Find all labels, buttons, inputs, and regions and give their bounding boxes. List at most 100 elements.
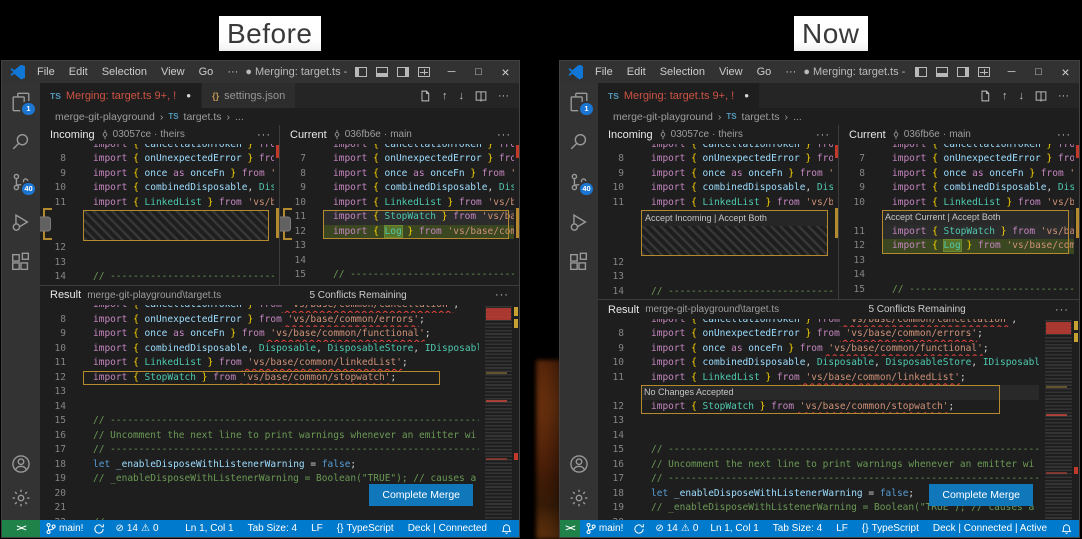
toggle-sidebar-icon[interactable]	[355, 67, 367, 77]
activity-search[interactable]	[567, 130, 591, 154]
accept-current-actions[interactable]: Accept Current | Accept Both	[839, 210, 1074, 225]
code-line[interactable]: 7import { onUnexpectedError } from 'vs/b…	[839, 152, 1074, 167]
remote-indicator[interactable]: ><	[560, 520, 580, 537]
code-line[interactable]: 9import { once as onceFn } from 'vs/base…	[40, 167, 274, 182]
activity-source-control[interactable]: 40	[567, 170, 591, 194]
toggle-sidebar-icon[interactable]	[915, 67, 927, 77]
code-line[interactable]: 9import { once as onceFn } from 'vs/base…	[40, 327, 479, 342]
minimap[interactable]	[1045, 320, 1072, 519]
code-line[interactable]: 14// -----------------------------------…	[40, 270, 274, 285]
current-editor[interactable]: import { CancellationToken } from 'vs/ba…	[280, 144, 519, 285]
code-line[interactable]: 12	[40, 241, 274, 256]
menu-item-selection[interactable]: Selection	[95, 61, 154, 83]
code-line[interactable]: 13	[598, 414, 1039, 429]
toggle-panel-icon[interactable]	[376, 67, 388, 77]
code-line[interactable]: 9import { once as onceFn } from 'vs/base…	[598, 342, 1039, 357]
complete-merge-button[interactable]: Complete Merge	[369, 484, 473, 506]
more-actions-button[interactable]: ···	[497, 129, 511, 141]
accept-incoming-actions[interactable]: Accept Incoming | Accept Both	[642, 211, 827, 226]
activity-run-and-debug[interactable]	[9, 210, 33, 234]
more-actions-button[interactable]: ···	[495, 289, 509, 301]
code-line[interactable]: 12	[598, 256, 833, 271]
activity-source-control[interactable]: 40	[9, 170, 33, 194]
menu-item-view[interactable]: View	[712, 61, 750, 83]
complete-merge-button[interactable]: Complete Merge	[929, 484, 1033, 506]
code-line[interactable]: 16// Uncomment the next line to print wa…	[40, 429, 479, 444]
menu-item-file[interactable]: File	[588, 61, 620, 83]
code-line[interactable]: 11import { LinkedList } from 'vs/base/co…	[598, 371, 1039, 386]
tab-settings[interactable]: {}settings.json	[201, 83, 295, 108]
code-line[interactable]: 15// -----------------------------------…	[598, 443, 1039, 458]
code-line[interactable]: 10import { LinkedList } from 'vs/base/co…	[280, 196, 514, 211]
more-actions-button[interactable]: ···	[1055, 304, 1069, 316]
incoming-editor[interactable]: import { CancellationToken } from 'vs/ba…	[40, 144, 279, 285]
next-conflict-icon[interactable]: ↓	[1019, 90, 1025, 102]
more-actions-button[interactable]: ···	[257, 129, 271, 141]
activity-extensions[interactable]	[567, 250, 591, 274]
activity-search[interactable]	[9, 130, 33, 154]
code-line[interactable]: 10import { LinkedList } from 'vs/base/co…	[839, 196, 1074, 211]
remote-indicator[interactable]: ><	[2, 520, 40, 537]
minimap[interactable]	[485, 306, 512, 520]
branch-status-item[interactable]: main!	[580, 522, 628, 535]
sync-status-item[interactable]	[88, 523, 110, 535]
code-line[interactable]: 14// -----------------------------------…	[598, 285, 833, 300]
code-line[interactable]: 13	[839, 254, 1074, 269]
code-line[interactable]: 8import { onUnexpectedError } from 'vs/b…	[40, 313, 479, 328]
toggle-secondary-sidebar-icon[interactable]	[397, 67, 409, 77]
maximize-button[interactable]: □	[465, 61, 492, 83]
code-line[interactable]: import { CancellationToken } from 'vs/ba…	[40, 305, 479, 313]
result-editor[interactable]: import { CancellationToken } from 'vs/ba…	[40, 305, 519, 521]
code-line[interactable]: 13	[280, 239, 514, 254]
branch-status-item[interactable]: main!	[40, 522, 88, 535]
code-line[interactable]: 12import { StopWatch } from 'vs/base/com…	[598, 400, 1039, 415]
code-line[interactable]: 8import { onUnexpectedError } from 'vs/b…	[40, 152, 274, 167]
cursor-position-item[interactable]: Ln 1, Col 1	[703, 523, 765, 534]
code-line[interactable]: 12import { Log } from 'vs/base/comm	[280, 225, 514, 240]
result-editor[interactable]: import { CancellationToken } from 'vs/ba…	[598, 319, 1079, 520]
code-line[interactable]: 22// -----------------------------------…	[40, 516, 479, 521]
code-line[interactable]: 20	[598, 516, 1039, 521]
activity-explorer[interactable]: 1	[9, 90, 33, 114]
code-line[interactable]: 8import { once as onceFn } from 'vs/base…	[280, 167, 514, 182]
code-line[interactable]: 15// -----------------------------------…	[839, 283, 1074, 298]
code-line[interactable]: 9import { once as onceFn } from 'vs/base…	[598, 167, 833, 182]
activity-settings[interactable]	[567, 486, 591, 510]
menu-item-moremoremore[interactable]: ···	[220, 61, 245, 83]
code-line[interactable]: import { CancellationToken } from 'vs/ba…	[839, 144, 1074, 152]
open-changes-icon[interactable]	[419, 90, 431, 102]
toggle-panel-icon[interactable]	[936, 67, 948, 77]
accept-conflict-checkbox[interactable]	[43, 208, 52, 240]
code-line[interactable]: 10import { combinedDisposable, Disposabl…	[598, 356, 1039, 371]
breadcrumb-folder[interactable]: merge-git-playground	[613, 111, 713, 123]
activity-accounts[interactable]	[567, 452, 591, 476]
code-line[interactable]: 12import { StopWatch } from 'vs/base/com…	[40, 371, 479, 386]
language-mode-item[interactable]: {}TypeScript	[330, 523, 401, 534]
next-conflict-icon[interactable]: ↓	[459, 90, 465, 102]
activity-settings[interactable]	[9, 486, 33, 510]
maximize-button[interactable]: □	[1025, 61, 1052, 83]
more-actions-icon[interactable]: ···	[498, 90, 509, 102]
code-line[interactable]: 11import { StopWatch } from 'vs/base/com…	[839, 225, 1074, 240]
close-button[interactable]: ×	[1052, 61, 1079, 83]
previous-conflict-icon[interactable]: ↑	[1002, 90, 1008, 102]
breadcrumb-symbol[interactable]: ...	[235, 111, 244, 123]
code-line[interactable]: import { CancellationToken } from 'vs/ba…	[280, 144, 514, 152]
code-line[interactable]: 17// -----------------------------------…	[40, 443, 479, 458]
activity-explorer[interactable]: 1	[567, 90, 591, 114]
eol-item[interactable]: LF	[304, 523, 330, 534]
tab-merging[interactable]: TSMerging: target.ts 9+, !●	[40, 83, 201, 108]
code-line[interactable]: 15// -----------------------------------…	[40, 414, 479, 429]
more-actions-button[interactable]: ···	[816, 129, 830, 141]
feed-status-item[interactable]: Deck | Connected | Active	[926, 523, 1054, 534]
code-line[interactable]: 13	[40, 385, 479, 400]
current-editor[interactable]: import { CancellationToken } from 'vs/ba…	[839, 144, 1079, 299]
code-line[interactable]: import { CancellationToken } from 'vs/ba…	[598, 319, 1039, 327]
menu-item-go[interactable]: Go	[750, 61, 779, 83]
breadcrumb-file[interactable]: target.ts	[184, 111, 222, 123]
code-line[interactable]: 11import { LinkedList } from 'vs/base/co…	[598, 196, 833, 211]
code-line[interactable]: 10import { combinedDisposable, Disposabl…	[40, 181, 274, 196]
code-line[interactable]: 13	[598, 270, 833, 285]
accept-conflict-checkbox[interactable]	[283, 208, 292, 240]
open-changes-icon[interactable]	[979, 90, 991, 102]
